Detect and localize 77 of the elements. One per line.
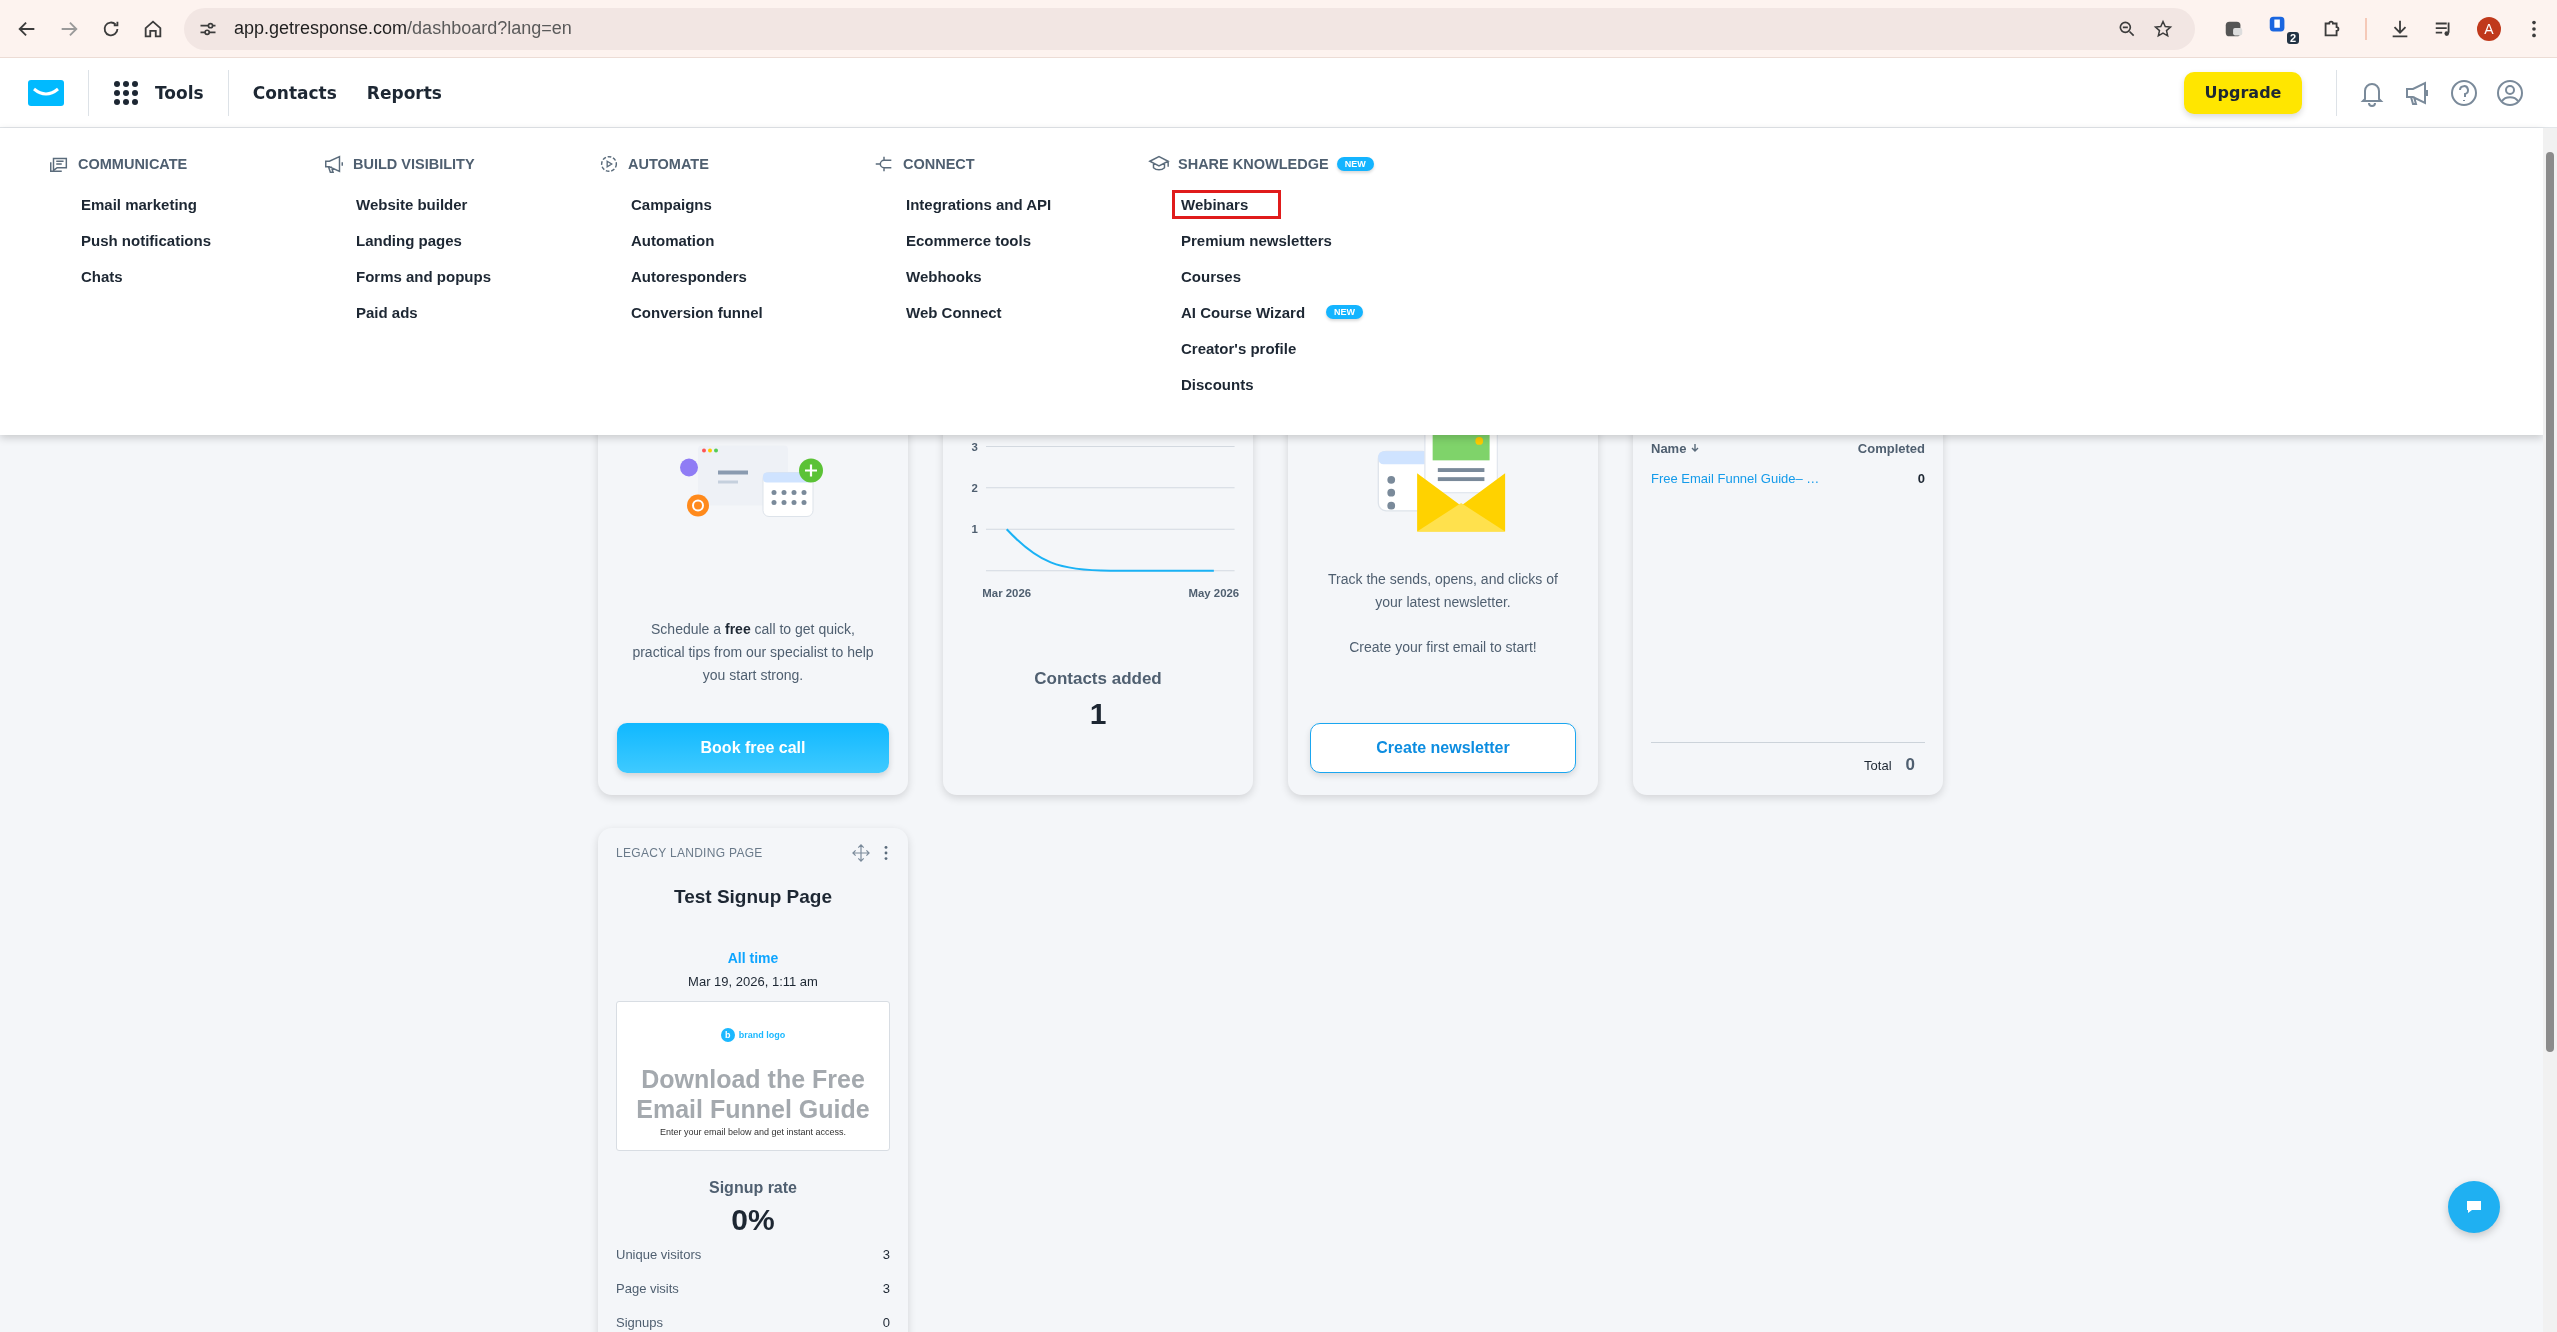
menu-section-heading: SHARE KNOWLEDGE [1178,156,1329,172]
menu-item[interactable]: Discounts [1172,369,1263,399]
megaphone-icon [323,153,345,175]
axis-tick-label: 1 [971,523,978,536]
new-badge: NEW [1326,305,1364,319]
card-note: Create your first email to start! [1349,638,1537,657]
more-options-icon[interactable] [882,844,890,862]
menu-section-heading: AUTOMATE [628,156,709,172]
axis-tick-label: 3 [971,440,978,453]
menu-item[interactable]: Creator's profile [1172,333,1306,363]
new-badge: NEW [1336,157,1374,171]
help-icon[interactable] [2449,77,2479,108]
table-cell: 0 [1917,470,1925,486]
profile-avatar[interactable]: A [2477,16,2501,41]
menu-item[interactable]: Chats [72,261,132,291]
tools-menu-button[interactable]: Tools [113,79,204,106]
stat-label: Page visits [616,1280,679,1296]
brand-text: brand logo [738,1030,786,1040]
menu-item[interactable]: Website builder [347,189,477,219]
menu-item[interactable]: Push notifications [72,225,220,255]
menu-item[interactable]: Conversion funnel [622,297,772,327]
create-newsletter-button[interactable]: Create newsletter [1310,723,1576,773]
nav-link[interactable]: Reports [366,82,442,103]
star-icon[interactable] [2153,18,2173,39]
scrollbar[interactable] [2543,128,2557,1332]
menu-item[interactable]: Integrations and API [897,189,1061,219]
menu-item[interactable]: Email marketing [72,189,206,219]
menu-item[interactable]: Landing pages [347,225,471,255]
menu-section-heading: COMMUNICATE [78,156,188,172]
card-description: Track the sends, opens, and clicks of your latest newsletter. [1327,570,1559,612]
menu-section-heading: CONNECT [903,156,975,172]
metric-label: Contacts added [1034,669,1162,689]
total-label: Total [1864,757,1892,773]
stat-value: 0 [882,1314,890,1330]
url-text: app.getresponse.com/dashboard?lang=en [234,18,572,39]
axis-tick-label: Mar 2026 [982,586,1032,599]
menu-item[interactable]: Courses [1172,261,1251,291]
stat-value: 3 [882,1280,890,1296]
preview-headline: Download the Free Email Funnel Guide [635,1064,871,1124]
axis-tick-label: 2 [971,482,978,494]
preview-subtext: Enter your email below and get instant access. [659,1127,847,1137]
account-icon[interactable] [2495,77,2525,108]
menu-item[interactable]: AI Course Wizard [1172,297,1315,327]
brand-logo-icon: b [720,1028,735,1042]
metric-label: Signup rate [708,1179,798,1197]
extension-button[interactable]: 2 [2267,13,2299,44]
axis-tick-label: May 2026 [1188,586,1240,599]
metric-value: 0% [730,1203,776,1237]
stat-value: 3 [882,1246,890,1262]
grid-icon [113,79,139,106]
card-description: Schedule a free call to get quick, practical tips from our specialist to help you start strong. [631,620,875,685]
metric-value: 1 [1089,697,1107,731]
menu-item[interactable]: Forms and popups [347,261,500,291]
card-label: LEGACY LANDING PAGE [616,846,763,860]
menu-item[interactable]: Webhooks [897,261,991,291]
page-title: Test Signup Page [673,886,833,908]
menu-item[interactable]: Web Connect [897,297,1011,327]
menu-item[interactable]: Paid ads [347,297,427,327]
date-text: Mar 19, 2026, 1:11 am [687,974,819,989]
column-header[interactable]: Name [1651,440,1701,456]
count-badge: 2 [2286,31,2299,44]
menu-section-heading: BUILD VISIBILITY [353,156,475,172]
upgrade-button[interactable]: Upgrade [2184,71,2302,114]
menu-item[interactable]: Webinars [1172,189,1282,219]
total-value: 0 [1905,755,1915,775]
column-header: Completed [1857,440,1925,456]
stat-label: Signups [616,1314,663,1330]
address-bar[interactable]: app.getresponse.com/dashboard?lang=en [184,7,2195,50]
menu-item[interactable]: Campaigns [622,189,721,219]
sort-arrow-icon [1690,443,1701,453]
menu-item[interactable]: Premium newsletters [1172,225,1341,255]
move-icon[interactable] [852,844,870,862]
menu-item[interactable]: Automation [622,225,724,255]
menu-item[interactable]: Ecommerce tools [897,225,1041,255]
stat-label: Unique visitors [616,1246,702,1262]
nav-link[interactable]: Contacts [252,82,337,103]
menu-item[interactable]: Autoresponders [622,261,756,291]
